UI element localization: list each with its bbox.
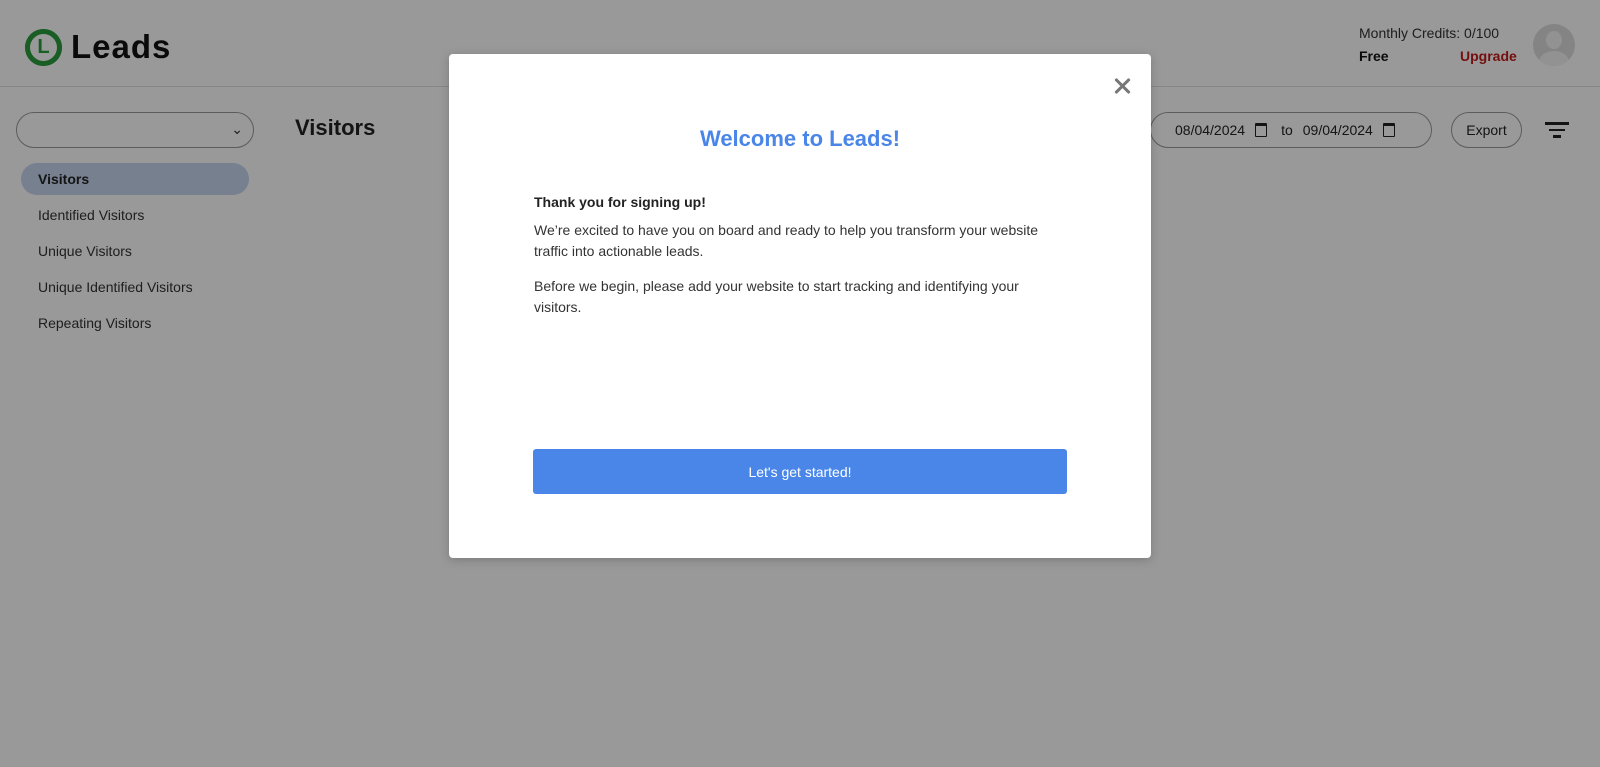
close-icon[interactable] [1110, 74, 1134, 98]
get-started-button[interactable]: Let's get started! [533, 449, 1067, 494]
welcome-modal: Welcome to Leads! Thank you for signing … [449, 54, 1151, 558]
modal-title: Welcome to Leads! [699, 126, 901, 151]
modal-paragraph: We’re excited to have you on board and r… [534, 222, 1039, 259]
modal-subtitle: Thank you for signing up! [534, 194, 706, 210]
modal-paragraph: Before we begin, please add your website… [534, 278, 1019, 315]
